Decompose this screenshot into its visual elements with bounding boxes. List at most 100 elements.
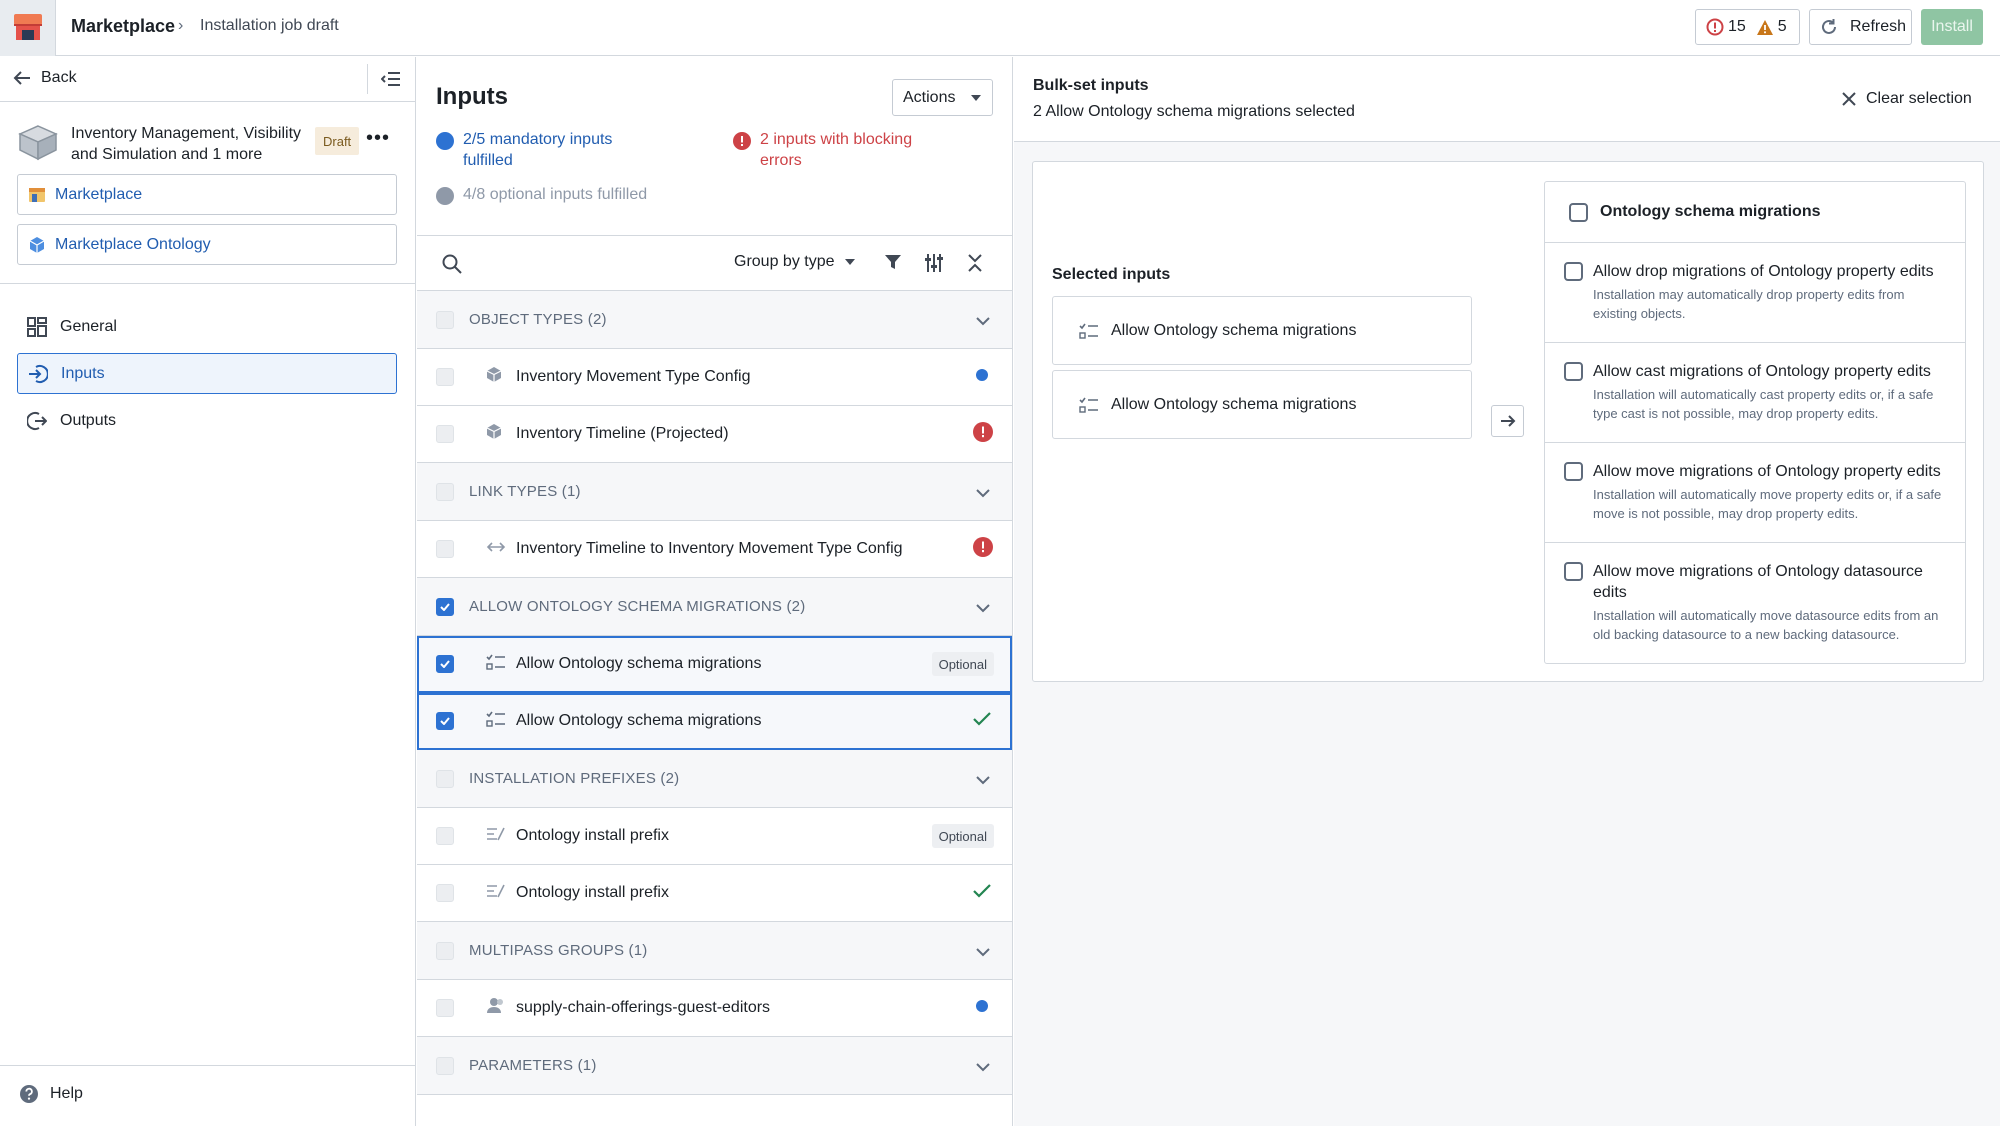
issues-button[interactable]: 15 5 [1695,9,1800,45]
input-checkbox[interactable] [436,540,454,558]
input-checkbox[interactable] [436,884,454,902]
input-row[interactable]: Inventory Movement Type Config [417,349,1012,406]
optional-tag: Optional [931,824,994,848]
help-label: Help [50,1085,83,1102]
breadcrumb-app[interactable]: Marketplace [71,16,175,37]
input-row[interactable]: Inventory Timeline to Inventory Movement… [417,521,1012,578]
nav-outputs[interactable]: Outputs [17,400,397,441]
product-icon [18,125,58,161]
option-checkbox[interactable] [1564,362,1583,381]
chevron-down-icon[interactable] [976,1059,990,1077]
section-header[interactable]: LINK TYPES (1) [417,463,1012,521]
blue-dot-icon [976,368,988,386]
input-checkbox[interactable] [436,999,454,1017]
section-checkbox[interactable] [436,482,454,501]
section-header-label: INSTALLATION PREFIXES (2) [469,770,680,787]
actions-dropdown[interactable]: Actions [892,79,993,116]
options-header[interactable]: Ontology schema migrations [1545,182,1965,243]
apply-arrow-button[interactable] [1491,405,1524,437]
nav-inputs-label: Inputs [61,364,105,382]
chevron-down-icon[interactable] [976,600,990,618]
caret-down-icon [844,259,855,265]
input-checkbox[interactable] [436,425,454,443]
divider [0,283,415,284]
warning-count: 5 [1777,18,1787,35]
nav-general-label: General [60,317,117,335]
arrow-left-icon [13,71,30,85]
caret-down-icon [971,94,982,101]
input-row[interactable]: supply-chain-offerings-guest-editors [417,980,1012,1037]
back-row: Back [0,57,415,102]
chevron-down-icon[interactable] [976,944,990,962]
option-checkbox[interactable] [1564,562,1583,581]
section-header[interactable]: ALLOW ONTOLOGY SCHEMA MIGRATIONS (2) [417,578,1012,636]
section-header[interactable]: OBJECT TYPES (2) [417,291,1012,349]
input-label: Inventory Timeline to Inventory Movement… [516,540,903,557]
collapse-all-icon[interactable] [966,253,984,273]
collapse-sidebar-button[interactable] [367,64,413,94]
input-label: Inventory Timeline (Projected) [516,425,729,442]
settings-sliders-icon[interactable] [924,253,944,273]
checklist-icon [1079,397,1098,413]
section-header[interactable]: PARAMETERS (1) [417,1037,1012,1095]
input-row[interactable]: Inventory Timeline (Projected) [417,406,1012,463]
clear-selection-button[interactable]: Clear selection [1842,90,1972,108]
section-header[interactable]: INSTALLATION PREFIXES (2) [417,750,1012,808]
input-checkbox[interactable] [436,655,454,673]
option-drop-property-edits[interactable]: Allow drop migrations of Ontology proper… [1545,243,1965,343]
input-checkbox[interactable] [436,368,454,386]
option-description: Installation may automatically drop prop… [1593,287,1905,321]
help-button[interactable]: Help [19,1084,83,1104]
input-row[interactable]: Ontology install prefix Optional [417,808,1012,865]
refresh-button[interactable]: Refresh [1809,9,1912,45]
marketplace-ontology-link[interactable]: Marketplace Ontology [17,224,397,265]
selected-inputs-label: Selected inputs [1052,266,1171,283]
chevron-down-icon[interactable] [976,772,990,790]
back-button[interactable]: Back [13,69,77,87]
option-move-property-edits[interactable]: Allow move migrations of Ontology proper… [1545,443,1965,543]
bulk-set-subtitle: 2 Allow Ontology schema migrations selec… [1033,103,1355,120]
option-checkbox[interactable] [1564,262,1583,281]
nav-general[interactable]: General [17,306,397,347]
input-row[interactable]: Allow Ontology schema migrations [417,693,1012,750]
section-header-label: PARAMETERS (1) [469,1057,597,1074]
mandatory-status-text: 2/5 mandatory inputs fulfilled [463,131,613,169]
nav-inputs[interactable]: Inputs [17,353,397,394]
select-all-checkbox[interactable] [1569,202,1588,222]
log-in-icon [29,364,48,383]
optional-status: 4/8 optional inputs fulfilled [436,184,736,205]
more-options-icon[interactable]: ••• [366,127,390,150]
section-checkbox[interactable] [436,769,454,788]
install-button[interactable]: Install [1921,9,1983,45]
chevron-down-icon[interactable] [976,485,990,503]
input-label: Allow Ontology schema migrations [516,712,762,729]
input-checkbox[interactable] [436,712,454,730]
back-label: Back [41,69,77,86]
option-checkbox[interactable] [1564,462,1583,481]
mandatory-status[interactable]: 2/5 mandatory inputs fulfilled [436,129,646,171]
input-row[interactable]: Ontology install prefix [417,865,1012,922]
option-move-datasource-edits[interactable]: Allow move migrations of Ontology dataso… [1545,543,1965,663]
section-checkbox[interactable] [436,941,454,960]
chevron-down-icon[interactable] [976,313,990,331]
input-checkbox[interactable] [436,827,454,845]
migration-options: Ontology schema migrations Allow drop mi… [1544,181,1966,664]
search-icon[interactable] [442,254,462,274]
filter-icon[interactable] [884,253,902,271]
option-cast-property-edits[interactable]: Allow cast migrations of Ontology proper… [1545,343,1965,443]
section-header[interactable]: MULTIPASS GROUPS (1) [417,922,1012,980]
selected-input-item: Allow Ontology schema migrations [1052,296,1472,365]
marketplace-logo[interactable] [0,0,56,56]
section-checkbox[interactable] [436,597,454,616]
section-checkbox[interactable] [436,310,454,329]
marketplace-link[interactable]: Marketplace [17,174,397,215]
section-checkbox[interactable] [436,1056,454,1075]
blocking-status[interactable]: 2 inputs with blocking errors [733,129,943,171]
ontology-cube-icon [29,236,45,253]
cube-icon [486,423,502,445]
group-by-dropdown[interactable]: Group by type [734,253,855,271]
input-label: Ontology install prefix [516,884,669,901]
option-title: Allow drop migrations of Ontology proper… [1593,263,1934,280]
input-row[interactable]: Allow Ontology schema migrations Optional [417,636,1012,693]
check-icon [973,883,991,903]
